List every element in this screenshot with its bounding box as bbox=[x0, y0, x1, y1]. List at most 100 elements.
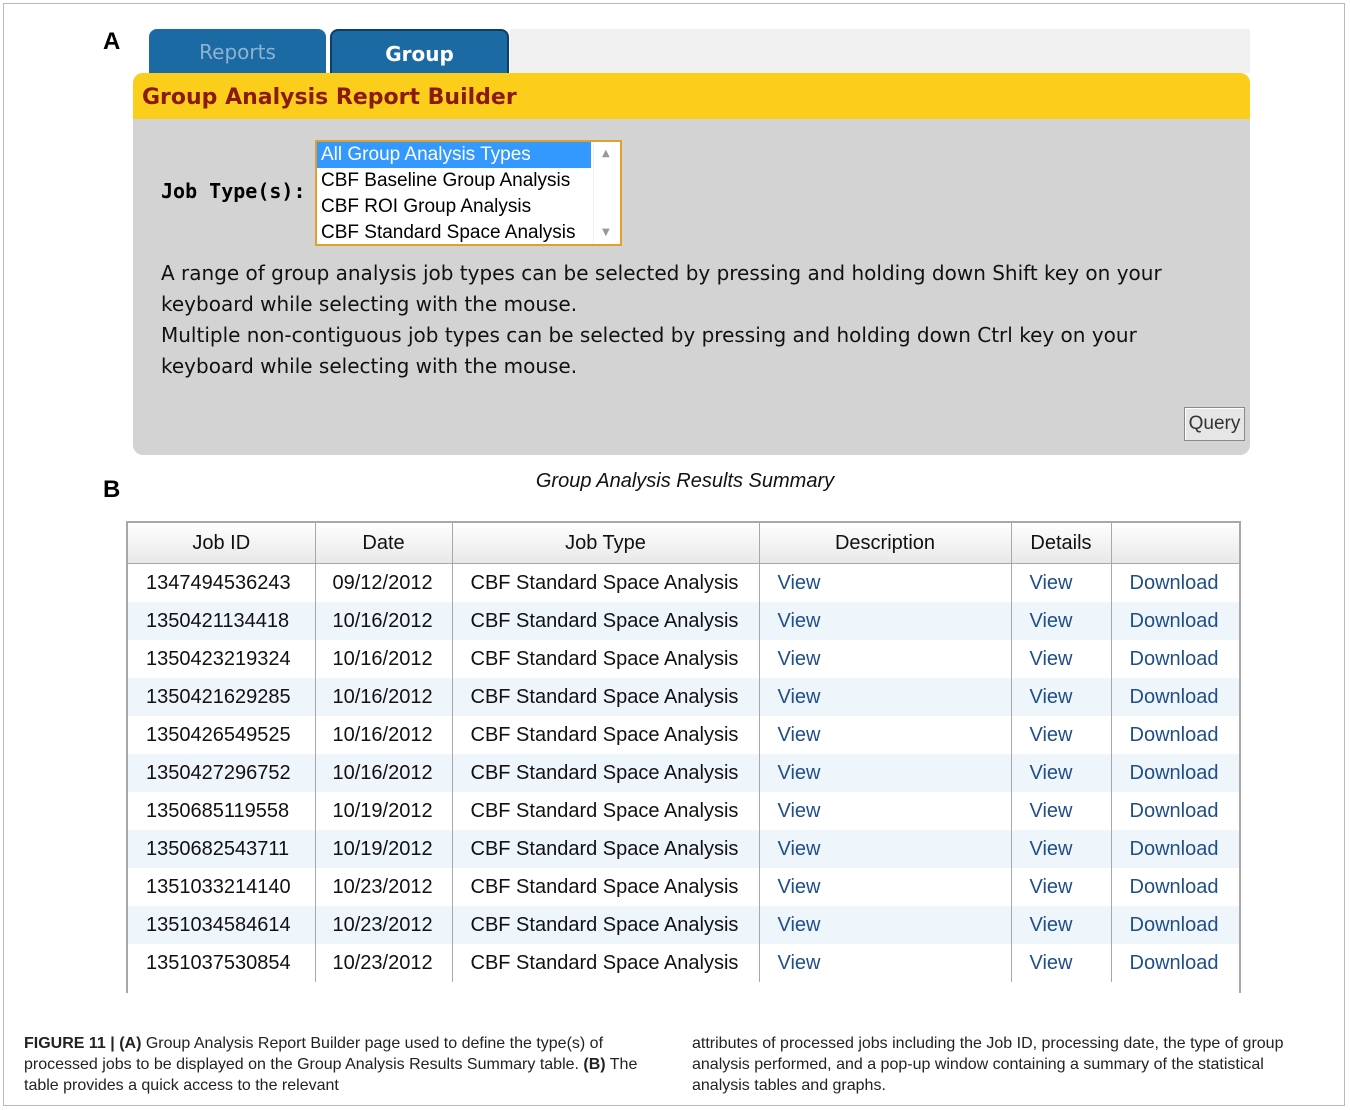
description-view-link[interactable]: View bbox=[759, 716, 1012, 754]
table-row: 1350421629285 10/16/2012 CBF Standard Spac… bbox=[128, 678, 1239, 716]
column-header-job-type[interactable]: Job Type bbox=[452, 523, 760, 564]
download-link[interactable]: Download bbox=[1111, 564, 1239, 603]
job-type-option-baseline[interactable]: CBF Baseline Group Analysis bbox=[317, 168, 591, 194]
cell-job-type: CBF Standard Space Analysis bbox=[452, 944, 760, 982]
table-row: 1351037530854 10/23/2012 CBF Standard Spac… bbox=[128, 944, 1239, 982]
caption-column-left: FIGURE 11 | (A) Group Analysis Report Bu… bbox=[24, 1033, 654, 1096]
download-link[interactable]: Download bbox=[1111, 906, 1239, 944]
cell-date: 10/16/2012 bbox=[315, 640, 453, 678]
column-header-actions bbox=[1111, 523, 1239, 564]
details-view-link[interactable]: View bbox=[1011, 716, 1112, 754]
download-link[interactable]: Download bbox=[1111, 944, 1239, 982]
table-row: 1351033214140 10/23/2012 CBF Standard Spac… bbox=[128, 868, 1239, 906]
description-view-link[interactable]: View bbox=[759, 754, 1012, 792]
download-link[interactable]: Download bbox=[1111, 716, 1239, 754]
cell-date: 10/16/2012 bbox=[315, 602, 453, 640]
details-view-link[interactable]: View bbox=[1011, 563, 1112, 602]
cell-job-type: CBF Standard Space Analysis bbox=[452, 716, 760, 754]
description-view-link[interactable]: View bbox=[759, 906, 1012, 944]
cell-date: 10/23/2012 bbox=[315, 868, 453, 906]
cell-job-id: 1350427296752 bbox=[128, 754, 316, 792]
cell-date: 10/16/2012 bbox=[315, 716, 453, 754]
description-view-link[interactable]: View bbox=[759, 830, 1012, 868]
help-text-ctrl: Multiple non-contiguous job types can be… bbox=[161, 323, 1137, 378]
job-type-listbox[interactable]: All Group Analysis Types CBF Baseline Gr… bbox=[315, 140, 622, 246]
details-view-link[interactable]: View bbox=[1011, 678, 1112, 716]
column-header-job-id[interactable]: Job ID bbox=[128, 523, 316, 564]
details-view-link[interactable]: View bbox=[1011, 754, 1112, 792]
cell-date: 10/16/2012 bbox=[315, 754, 453, 792]
details-view-link[interactable]: View bbox=[1011, 868, 1112, 906]
description-view-link[interactable]: View bbox=[759, 944, 1012, 982]
cell-job-type: CBF Standard Space Analysis bbox=[452, 906, 760, 944]
cell-date: 10/19/2012 bbox=[315, 830, 453, 868]
results-summary-title: Group Analysis Results Summary bbox=[535, 470, 835, 492]
description-view-link[interactable]: View bbox=[759, 678, 1012, 716]
job-type-option-standard-space[interactable]: CBF Standard Space Analysis bbox=[317, 220, 591, 244]
caption-figure-label: FIGURE 11 | bbox=[24, 1035, 115, 1052]
details-view-link[interactable]: View bbox=[1011, 830, 1112, 868]
query-button[interactable]: Query bbox=[1184, 407, 1245, 441]
cell-job-type: CBF Standard Space Analysis bbox=[452, 754, 760, 792]
cell-job-type: CBF Standard Space Analysis bbox=[452, 868, 760, 906]
description-view-link[interactable]: View bbox=[759, 868, 1012, 906]
results-table-body: 1347494536243 09/12/2012 CBF Standard Spac… bbox=[128, 563, 1239, 982]
table-row: 1350423219324 10/16/2012 CBF Standard Spac… bbox=[128, 640, 1239, 678]
table-row: 1350682543711 10/19/2012 CBF Standard Spac… bbox=[128, 830, 1239, 868]
listbox-scrollbar[interactable]: ▲ ▼ bbox=[593, 142, 620, 244]
cell-job-id: 1350685119558 bbox=[128, 792, 316, 830]
results-table: Job ID Date Job Type Description Details… bbox=[128, 523, 1239, 982]
download-link[interactable]: Download bbox=[1111, 640, 1239, 678]
cell-date: 09/12/2012 bbox=[315, 563, 453, 602]
cell-job-type: CBF Standard Space Analysis bbox=[452, 602, 760, 640]
table-row: 1350421134418 10/16/2012 CBF Standard Spac… bbox=[128, 602, 1239, 640]
table-row: 1350427296752 10/16/2012 CBF Standard Spac… bbox=[128, 754, 1239, 792]
column-header-details[interactable]: Details bbox=[1011, 523, 1112, 564]
column-header-description[interactable]: Description bbox=[759, 523, 1012, 564]
download-link[interactable]: Download bbox=[1111, 678, 1239, 716]
scroll-down-icon[interactable]: ▼ bbox=[602, 227, 610, 238]
description-view-link[interactable]: View bbox=[759, 563, 1012, 602]
cell-job-type: CBF Standard Space Analysis bbox=[452, 640, 760, 678]
details-view-link[interactable]: View bbox=[1011, 602, 1112, 640]
download-link[interactable]: Download bbox=[1111, 792, 1239, 830]
table-row: 1350426549525 10/16/2012 CBF Standard Spac… bbox=[128, 716, 1239, 754]
download-link[interactable]: Download bbox=[1111, 868, 1239, 906]
cell-job-type: CBF Standard Space Analysis bbox=[452, 678, 760, 716]
download-link[interactable]: Download bbox=[1111, 830, 1239, 868]
cell-job-type: CBF Standard Space Analysis bbox=[452, 830, 760, 868]
selection-help-text: A range of group analysis job types can … bbox=[161, 258, 1221, 382]
cell-job-type: CBF Standard Space Analysis bbox=[452, 563, 760, 602]
tab-reports[interactable]: Reports bbox=[149, 29, 326, 73]
cell-job-id: 1350426549525 bbox=[128, 716, 316, 754]
description-view-link[interactable]: View bbox=[759, 640, 1012, 678]
caption-part-b-text-end: attributes of processed jobs including t… bbox=[692, 1035, 1284, 1094]
caption-part-b-label: (B) bbox=[583, 1056, 606, 1073]
cell-date: 10/19/2012 bbox=[315, 792, 453, 830]
scroll-up-icon[interactable]: ▲ bbox=[602, 148, 610, 159]
cell-job-id: 1350423219324 bbox=[128, 640, 316, 678]
table-row: 1350685119558 10/19/2012 CBF Standard Spac… bbox=[128, 792, 1239, 830]
column-header-date[interactable]: Date bbox=[315, 523, 453, 564]
details-view-link[interactable]: View bbox=[1011, 944, 1112, 982]
cell-job-id: 1350421629285 bbox=[128, 678, 316, 716]
tab-group-analyses[interactable]: Group Analyses bbox=[330, 29, 509, 112]
job-type-option-all[interactable]: All Group Analysis Types bbox=[317, 142, 591, 168]
cell-job-id: 1350682543711 bbox=[128, 830, 316, 868]
results-table-container: Job ID Date Job Type Description Details… bbox=[126, 521, 1241, 993]
job-type-label: Job Type(s): bbox=[161, 179, 306, 203]
details-view-link[interactable]: View bbox=[1011, 640, 1112, 678]
table-row: 1351034584614 10/23/2012 CBF Standard Spac… bbox=[128, 906, 1239, 944]
cell-date: 10/16/2012 bbox=[315, 678, 453, 716]
panel-label-a: A bbox=[103, 28, 121, 55]
download-link[interactable]: Download bbox=[1111, 602, 1239, 640]
details-view-link[interactable]: View bbox=[1011, 792, 1112, 830]
cell-date: 10/23/2012 bbox=[315, 944, 453, 982]
cell-job-id: 1351034584614 bbox=[128, 906, 316, 944]
details-view-link[interactable]: View bbox=[1011, 906, 1112, 944]
description-view-link[interactable]: View bbox=[759, 792, 1012, 830]
download-link[interactable]: Download bbox=[1111, 754, 1239, 792]
job-type-option-roi[interactable]: CBF ROI Group Analysis bbox=[317, 194, 591, 220]
description-view-link[interactable]: View bbox=[759, 602, 1012, 640]
caption-column-right: attributes of processed jobs including t… bbox=[692, 1033, 1302, 1096]
